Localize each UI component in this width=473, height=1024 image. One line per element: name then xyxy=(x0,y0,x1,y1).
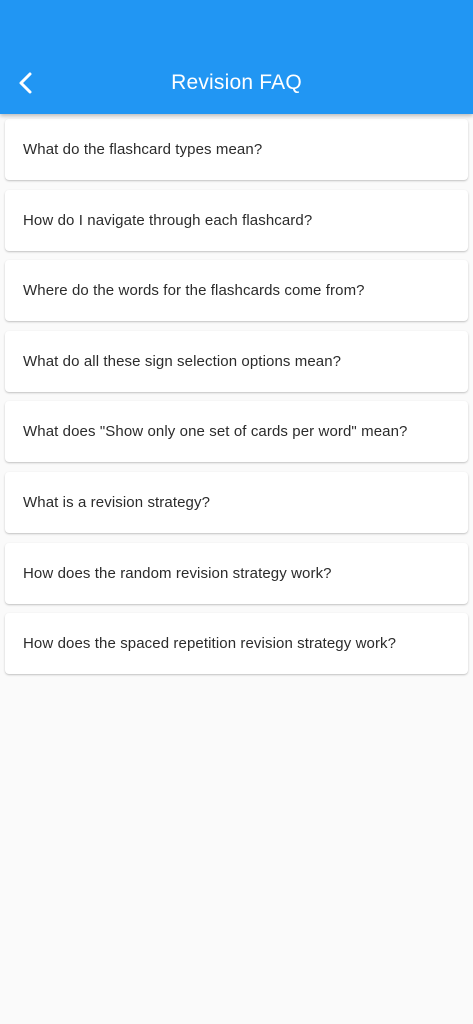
faq-item-random-strategy[interactable]: How does the random revision strategy wo… xyxy=(5,542,468,604)
revision-faq-screen: Revision FAQ What do the flashcard types… xyxy=(0,0,473,1024)
faq-question: Where do the words for the flashcards co… xyxy=(23,282,365,300)
back-button[interactable] xyxy=(8,63,44,103)
app-bar: Revision FAQ xyxy=(0,0,473,114)
faq-list: What do the flashcard types mean? How do… xyxy=(5,119,468,684)
faq-item-revision-strategy[interactable]: What is a revision strategy? xyxy=(5,471,468,533)
faq-question: How do I navigate through each flashcard… xyxy=(23,211,313,229)
faq-question: What is a revision strategy? xyxy=(23,493,211,511)
faq-item-sign-selection-options[interactable]: What do all these sign selection options… xyxy=(5,330,468,392)
faq-item-word-source[interactable]: Where do the words for the flashcards co… xyxy=(5,260,468,322)
chevron-left-icon xyxy=(19,72,32,94)
faq-question: What do the flashcard types mean? xyxy=(23,141,263,158)
faq-question: What does "Show only one set of cards pe… xyxy=(23,423,408,441)
faq-question: How does the spaced repetition revision … xyxy=(23,635,397,653)
page-title: Revision FAQ xyxy=(171,71,302,94)
faq-item-navigate-flashcards[interactable]: How do I navigate through each flashcard… xyxy=(5,189,468,251)
faq-question: How does the random revision strategy wo… xyxy=(23,564,332,582)
faq-item-spaced-repetition-strategy[interactable]: How does the spaced repetition revision … xyxy=(5,613,468,675)
faq-question: What do all these sign selection options… xyxy=(23,352,342,370)
faq-item-flashcard-types[interactable]: What do the flashcard types mean? xyxy=(5,119,468,180)
faq-item-one-set-per-word[interactable]: What does "Show only one set of cards pe… xyxy=(5,401,468,463)
